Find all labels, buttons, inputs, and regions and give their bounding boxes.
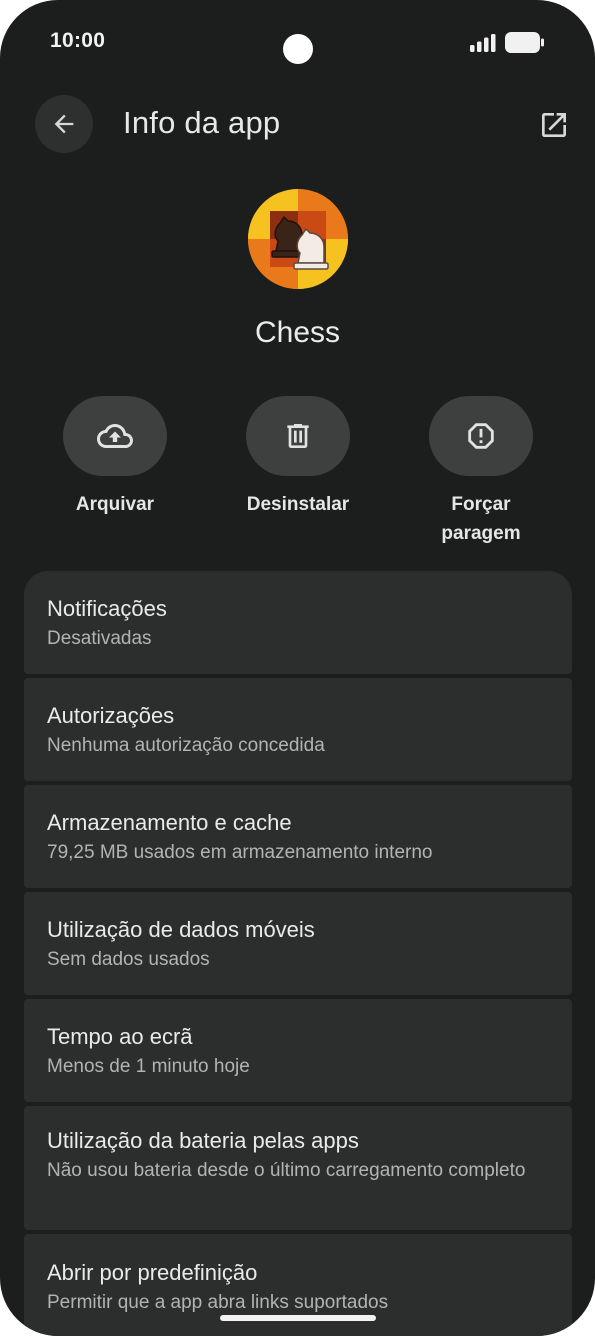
item-title: Utilização de dados móveis — [47, 917, 315, 942]
item-title: Abrir por predefinição — [47, 1260, 258, 1285]
list-item-storage[interactable]: Armazenamento e cache 79,25 MB usados em… — [24, 785, 572, 888]
item-title: Autorizações — [47, 703, 175, 728]
item-title: Tempo ao ecrã — [47, 1024, 193, 1049]
item-subtitle: Permitir que a app abra links suportados — [47, 1292, 389, 1313]
list-item-permissions[interactable]: Autorizações Nenhuma autorização concedi… — [24, 678, 572, 781]
item-subtitle: Nenhuma autorização concedida — [47, 735, 325, 756]
item-title: Utilização da bateria pelas apps — [47, 1128, 359, 1153]
list-item-notifications[interactable]: Notificações Desativadas — [24, 571, 572, 674]
archive-action[interactable]: Arquivar — [25, 396, 205, 519]
archive-label: Arquivar — [75, 494, 155, 515]
list-item-battery[interactable]: Utilização da bateria pelas apps Não uso… — [24, 1106, 572, 1230]
archive-button[interactable] — [63, 396, 167, 476]
chess-knight-icon — [248, 189, 348, 289]
status-bar: 10:00 — [0, 0, 595, 84]
uninstall-button[interactable] — [246, 396, 350, 476]
list-item-mobile-data[interactable]: Utilização de dados móveis Sem dados usa… — [24, 892, 572, 995]
status-time: 10:00 — [50, 29, 106, 52]
top-app-bar: Info da app — [0, 95, 595, 155]
item-subtitle: Menos de 1 minuto hoje — [47, 1056, 250, 1077]
item-subtitle: Desativadas — [47, 628, 152, 649]
front-camera — [283, 34, 313, 64]
battery-icon — [505, 32, 544, 53]
uninstall-label: Desinstalar — [246, 494, 350, 515]
item-title: Armazenamento e cache — [47, 810, 292, 835]
signal-icon — [470, 34, 496, 52]
force-stop-label: Forçar paragem — [441, 494, 521, 544]
cloud-upload-icon — [97, 424, 133, 448]
open-in-new-icon — [542, 113, 566, 137]
open-app-button[interactable] — [534, 105, 574, 145]
page-title: Info da app — [123, 105, 281, 140]
settings-list: Notificações Desativadas Autorizações Ne… — [24, 571, 572, 1336]
home-indicator[interactable] — [220, 1315, 376, 1321]
item-subtitle: Sem dados usados — [47, 949, 210, 970]
arrow-left-icon — [54, 114, 74, 134]
force-stop-action[interactable]: Forçar paragem — [391, 396, 571, 548]
force-stop-button[interactable] — [429, 396, 533, 476]
item-title: Notificações — [47, 596, 167, 621]
back-button[interactable] — [35, 95, 93, 153]
uninstall-action[interactable]: Desinstalar — [208, 396, 388, 519]
app-name: Chess — [254, 316, 341, 349]
alert-octagon-icon — [468, 423, 494, 449]
list-item-screen-time[interactable]: Tempo ao ecrã Menos de 1 minuto hoje — [24, 999, 572, 1102]
trash-icon — [287, 424, 309, 448]
item-subtitle: 79,25 MB usados em armazenamento interno — [47, 842, 433, 863]
item-subtitle: Não usou bateria desde o último carregam… — [47, 1160, 526, 1181]
phone-screen: 10:00 Info da app Chess Arquivar Desinst… — [0, 0, 595, 1336]
